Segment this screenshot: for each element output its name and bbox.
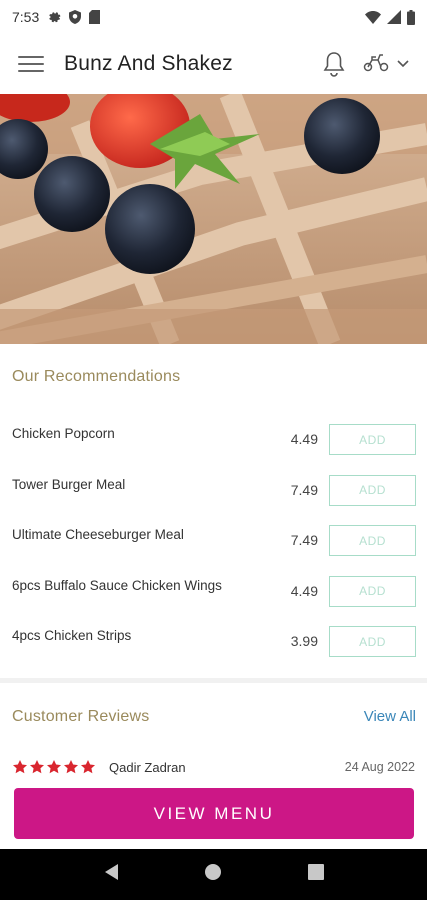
battery-icon bbox=[407, 9, 415, 25]
recommendations-title: Our Recommendations bbox=[12, 368, 181, 385]
add-button[interactable]: ADD bbox=[329, 626, 416, 657]
recommendations-list: Chicken Popcorn 4.49 ADD Tower Burger Me… bbox=[0, 424, 427, 677]
recommendations-section: Our Recommendations Chicken Popcorn 4.49… bbox=[0, 344, 427, 678]
scooter-icon bbox=[363, 52, 389, 77]
item-name: Chicken Popcorn bbox=[12, 426, 115, 441]
review-item: Qadir Zadran 24 Aug 2022 bbox=[12, 759, 415, 775]
review-date: 24 Aug 2022 bbox=[344, 760, 415, 774]
item-price: 4.49 bbox=[290, 582, 318, 599]
shield-icon bbox=[69, 10, 82, 24]
list-item: Chicken Popcorn 4.49 ADD bbox=[0, 424, 427, 475]
sd-card-icon bbox=[89, 10, 101, 24]
back-icon[interactable] bbox=[103, 863, 119, 886]
hero-image bbox=[0, 94, 427, 344]
rating-stars bbox=[12, 759, 96, 775]
list-item: Ultimate Cheeseburger Meal 7.49 ADD bbox=[0, 525, 427, 576]
reviewer-name: Qadir Zadran bbox=[109, 759, 186, 775]
reviews-title: Customer Reviews bbox=[12, 708, 150, 725]
wifi-icon bbox=[365, 10, 381, 24]
star-icon bbox=[13, 760, 27, 774]
list-item: 6pcs Buffalo Sauce Chicken Wings 4.49 AD… bbox=[0, 575, 427, 627]
reviews-section: Customer Reviews View All Qadir Zadran 2… bbox=[0, 683, 427, 788]
item-name: Ultimate Cheeseburger Meal bbox=[12, 527, 184, 542]
star-icon bbox=[64, 760, 78, 774]
add-button[interactable]: ADD bbox=[329, 575, 416, 607]
signal-icon bbox=[387, 10, 401, 24]
add-button[interactable]: ADD bbox=[329, 424, 416, 455]
chevron-down-icon bbox=[397, 55, 409, 73]
item-name: 6pcs Buffalo Sauce Chicken Wings bbox=[12, 577, 222, 593]
item-price: 3.99 bbox=[290, 633, 318, 649]
item-price: 7.49 bbox=[290, 532, 318, 548]
item-name: Tower Burger Meal bbox=[12, 476, 126, 492]
view-menu-button[interactable]: VIEW MENU bbox=[14, 788, 414, 839]
item-price: 7.49 bbox=[290, 481, 318, 498]
star-icon bbox=[81, 760, 95, 774]
settings-icon bbox=[47, 10, 61, 24]
delivery-mode-selector[interactable] bbox=[363, 52, 409, 77]
notification-bell-icon[interactable] bbox=[323, 51, 345, 77]
add-button[interactable]: ADD bbox=[329, 525, 416, 556]
list-item: 4pcs Chicken Strips 3.99 ADD bbox=[0, 626, 427, 677]
star-icon bbox=[30, 760, 44, 774]
item-name: 4pcs Chicken Strips bbox=[12, 628, 132, 643]
star-icon bbox=[47, 760, 61, 774]
view-all-link[interactable]: View All bbox=[364, 708, 416, 725]
add-button[interactable]: ADD bbox=[329, 474, 416, 506]
list-item: Tower Burger Meal 7.49 ADD bbox=[0, 474, 427, 526]
page-title: Bunz And Shakez bbox=[64, 52, 233, 75]
status-time: 7:53 bbox=[12, 9, 40, 25]
app-bar: Bunz And Shakez bbox=[0, 34, 427, 94]
item-price: 4.49 bbox=[290, 431, 318, 447]
menu-icon[interactable] bbox=[18, 53, 44, 75]
status-bar: 7:53 bbox=[0, 0, 427, 34]
home-icon[interactable] bbox=[204, 863, 222, 886]
recents-icon[interactable] bbox=[308, 864, 325, 885]
system-nav-bar bbox=[0, 849, 427, 900]
